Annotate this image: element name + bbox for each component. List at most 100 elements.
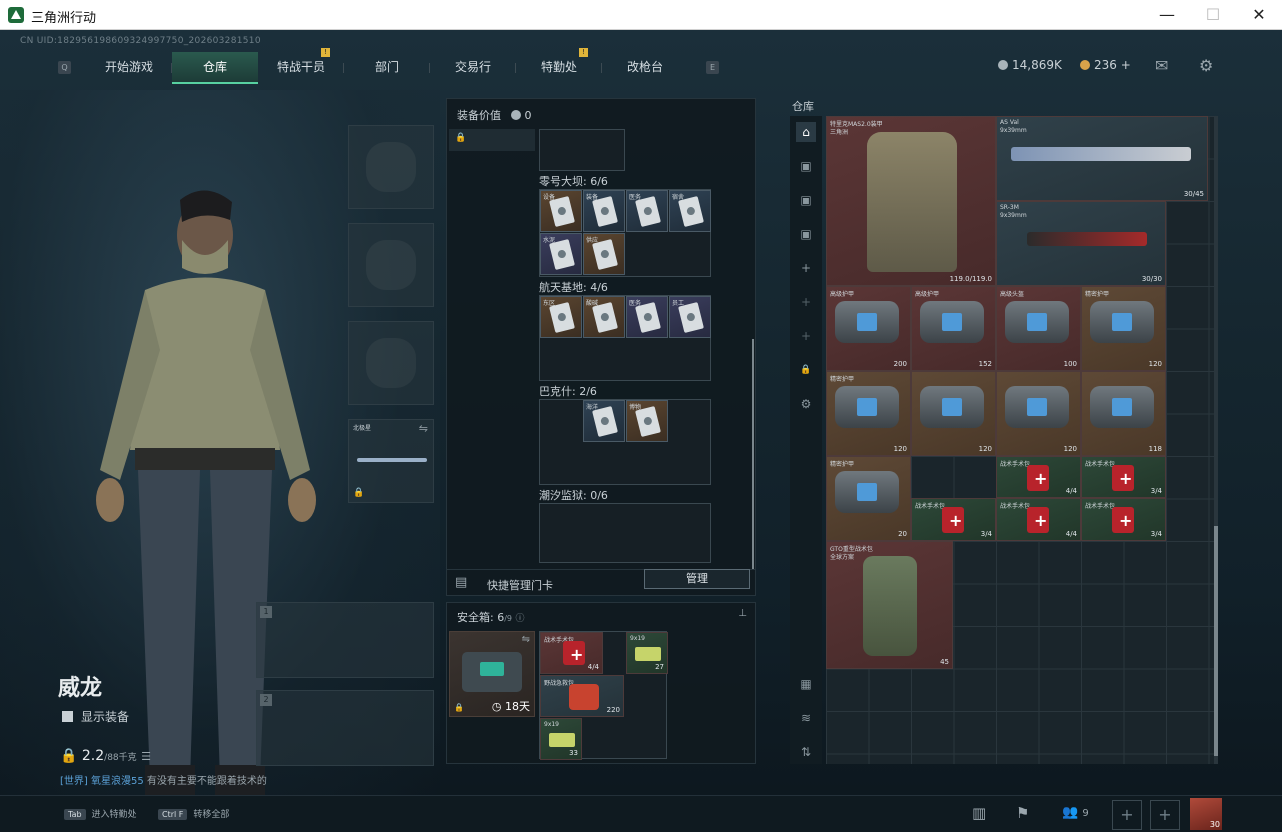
keycard-item[interactable]: 设备 [540,190,582,232]
keycard-item[interactable]: 医务 [626,190,668,232]
tab-special-ops[interactable]: 特勤处! [516,48,602,84]
window-titlebar: 三角洲行动 — ☐ ✕ [0,0,1282,30]
scrollbar[interactable] [752,339,754,569]
chat-channel: [世界] [60,776,88,787]
nav-prev-key[interactable]: Q [58,61,71,74]
safebox-item[interactable]: 9x19 27 [626,632,668,674]
warehouse-item[interactable]: 高级护甲 152 [911,286,996,371]
player-avatar[interactable]: 30 [1190,798,1222,830]
warehouse-item[interactable]: 120 [996,371,1081,456]
minimize-button[interactable]: — [1144,0,1190,30]
tab-gunsmith[interactable]: 改枪台 [602,52,688,84]
tab-operators[interactable]: 特战干员! [258,48,344,84]
warehouse-item[interactable]: 精密护甲 20 [826,456,911,541]
keycard-item[interactable]: 东区 [540,296,582,338]
keycard-item[interactable]: 供应 [583,233,625,275]
primary-weapon-slot-2[interactable]: 2 [256,690,434,766]
tab-trade[interactable]: 交易行 [430,52,516,84]
equipment-value-header: 装备价值 0 [457,107,532,123]
item-count: 120 [1063,445,1077,453]
pin-icon[interactable]: ⊥ [738,608,747,619]
gear-icon[interactable]: ⚙ [1199,56,1213,75]
warehouse-item-rifle[interactable]: AS Val 9x39mm 30/45 [996,116,1208,201]
invite-slot-button[interactable]: + [1150,800,1180,830]
warehouse-home-icon[interactable]: ⌂ [796,122,816,142]
keycard-item[interactable]: 海洋 [583,400,625,442]
item-name: 战术手术包 [915,503,946,510]
mail-icon[interactable]: ✉ [1155,56,1168,75]
safebox-case[interactable]: ⇋ 🔒 ◷ 18天 [449,631,535,717]
tab-start-game[interactable]: 开始游戏 [86,52,172,84]
hint-enter-special-ops[interactable]: Tab 进入特勤处 [64,807,137,820]
keycard-item[interactable]: 员工 [669,296,711,338]
nav-next-key[interactable]: E [706,61,719,74]
chat-user: 氧星浪漫55 [91,776,144,787]
item-count: 120 [893,445,907,453]
flag-icon[interactable]: ⚑ [1016,804,1029,822]
pistol-slot[interactable] [348,321,434,405]
map-section-label: 潮汐监狱: 0/6 [539,489,608,502]
keycard-item[interactable]: 博物 [626,400,668,442]
warehouse-scrollbar[interactable] [1214,116,1218,764]
primary-weapon-slot-1[interactable]: 1 [256,602,434,678]
friends-icon[interactable]: 👥 9 [1062,805,1089,820]
warehouse-item[interactable]: 精密护甲 120 [826,371,911,456]
close-button[interactable]: ✕ [1236,0,1282,30]
keycard-item[interactable]: 水泥 [540,233,582,275]
add-tab-icon[interactable]: + [796,326,816,346]
chat-line[interactable]: [世界] 氧星浪漫55 有没有主要不能跟着技术的 [60,772,267,787]
keycard-item[interactable]: 医务 [626,296,668,338]
safebox-item[interactable]: 野战急救包 220 [540,675,624,717]
add-tab-icon[interactable]: + [796,292,816,312]
warehouse-item[interactable]: 精密护甲 120 [1081,286,1166,371]
warehouse-item[interactable]: 战术手术包 3/4 [911,498,996,541]
currency-premium[interactable]: 236 + [1080,58,1131,72]
melee-slot[interactable]: 北极星 ⇋ 🔒 [348,419,434,503]
storage-tab-icon[interactable]: ▣ [796,224,816,244]
warehouse-item-rifle[interactable]: SR-3M 9x39mm 30/30 [996,201,1166,286]
warehouse-item[interactable]: 战术手术包 3/4 [1081,498,1166,541]
maximize-button[interactable]: ☐ [1190,0,1236,30]
layers-icon[interactable]: ≋ [796,708,816,728]
safebox-item[interactable]: 9x19 33 [540,718,582,760]
warehouse-item[interactable]: 高级护甲 200 [826,286,911,371]
manage-button[interactable]: 管理 [644,569,750,589]
checkbox[interactable] [62,711,73,722]
warehouse-item[interactable]: 118 [1081,371,1166,456]
swap-icon[interactable]: ⇋ [522,634,530,645]
keycard-item[interactable]: 宿舍 [669,190,711,232]
premium-value: 236 + [1094,58,1131,72]
lock-icon[interactable]: 🔒 [796,360,816,380]
gear-icon[interactable]: ⚙ [796,394,816,414]
warehouse-item[interactable]: 战术手术包 4/4 [996,498,1081,541]
armor-slot[interactable] [348,223,434,307]
sort-icon[interactable]: ⇅ [796,742,816,762]
item-count: 118 [1148,445,1162,453]
stats-icon[interactable]: ▥ [972,804,986,822]
help-icon[interactable]: ⓘ [516,614,525,624]
tab-warehouse[interactable]: 仓库 [172,52,258,84]
hint-transfer-all[interactable]: Ctrl F 转移全部 [158,807,229,820]
warehouse-item-armor[interactable]: 特里克MAS2.0装甲 三角洲 119.0/119.0 [826,116,996,286]
keycard-tab[interactable]: 🔒 [449,129,535,151]
tab-department[interactable]: 部门 [344,52,430,84]
id-card-icon[interactable]: ▦ [796,674,816,694]
map-section-label: 巴克什: 2/6 [539,385,597,398]
add-tab-icon[interactable]: + [796,258,816,278]
keycard-item[interactable]: 装备 [583,190,625,232]
invite-slot-button[interactable]: + [1112,800,1142,830]
list-icon[interactable]: ☰ [141,750,151,763]
warehouse-item[interactable]: 高级头盔 100 [996,286,1081,371]
warehouse-item[interactable]: 战术手术包 3/4 [1081,456,1166,498]
helmet-slot[interactable] [348,125,434,209]
storage-tab-icon[interactable]: ▣ [796,156,816,176]
swap-icon[interactable]: ⇋ [419,422,428,435]
keycard-item[interactable]: 酸碱 [583,296,625,338]
show-equipment-toggle[interactable]: 显示装备 [62,708,129,725]
lock-icon: 🔒 [353,488,365,498]
storage-tab-icon[interactable]: ▣ [796,190,816,210]
warehouse-item[interactable]: 120 [911,371,996,456]
warehouse-item[interactable]: 战术手术包 4/4 [996,456,1081,498]
safebox-item[interactable]: 战术手术包4/4 [540,632,603,674]
warehouse-item-backpack[interactable]: GTO重型战术包 全球方案 45 [826,541,953,669]
